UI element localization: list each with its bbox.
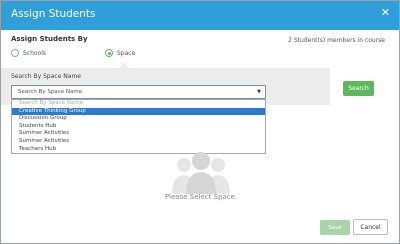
radio-schools-circle[interactable] (11, 49, 19, 57)
close-icon[interactable]: ✕ (381, 6, 390, 19)
search-button[interactable]: Search (343, 81, 374, 96)
radio-space[interactable]: Space (105, 48, 135, 58)
radio-schools[interactable]: Schools (11, 48, 46, 58)
radio-space-label: Space (117, 49, 136, 57)
search-by-space-label: Search By Space Name (11, 73, 81, 80)
dropdown-option[interactable]: Summer Activities (12, 130, 265, 138)
assign-students-modal: Assign Students ✕ Assign Students By 2 S… (0, 0, 400, 244)
dropdown-option[interactable]: Discussion Group (12, 115, 265, 123)
space-select[interactable]: Search By Space Name ▼ (11, 85, 266, 99)
save-button[interactable]: Save (320, 220, 350, 235)
radio-schools-label: Schools (23, 49, 47, 57)
assign-by-label: Assign Students By (11, 35, 88, 43)
modal-title: Assign Students (11, 8, 96, 20)
chevron-down-icon: ▼ (257, 89, 261, 95)
dropdown-option[interactable]: Creative Thinking Group (12, 107, 265, 116)
radio-space-circle[interactable] (105, 49, 113, 57)
member-count-text: 2 Student(s) members in course (288, 37, 385, 44)
empty-state-text: Please Select Space. (164, 193, 238, 201)
cancel-button[interactable]: Cancel (353, 219, 388, 235)
dropdown-option[interactable]: Search By Space Name (12, 100, 265, 108)
space-select-value: Search By Space Name (18, 89, 83, 95)
dropdown-option[interactable]: Students Hub (12, 123, 265, 131)
space-dropdown-list: Search By Space Name Creative Thinking G… (11, 99, 266, 154)
dropdown-option[interactable]: Summer Activities (12, 138, 265, 146)
modal-header: Assign Students ✕ (1, 1, 399, 30)
group-placeholder-icon (166, 149, 236, 194)
